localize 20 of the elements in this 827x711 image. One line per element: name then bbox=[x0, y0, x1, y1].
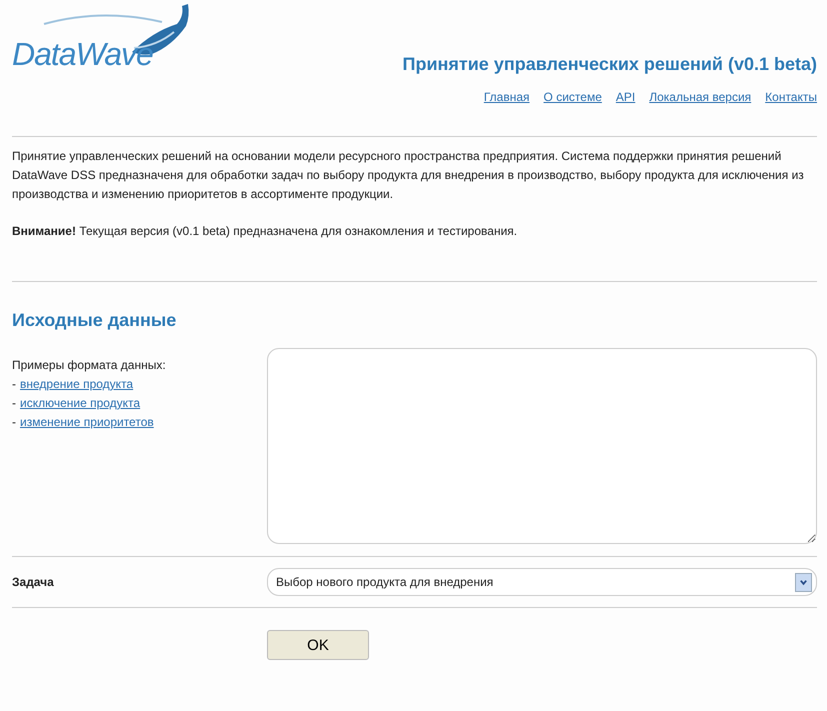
dash-mark: - bbox=[12, 395, 16, 412]
page-title: Принятие управленческих решений (v0.1 beta) bbox=[402, 53, 817, 76]
notice-text: Внимание! Текущая версия (v0.1 beta) предназначена для ознакомления и тестирования. bbox=[12, 223, 518, 240]
example-link[interactable]: внедрение продукта bbox=[20, 375, 134, 394]
nav-link[interactable]: О системе bbox=[544, 90, 602, 104]
section-heading: Исходные данные bbox=[12, 309, 178, 332]
intro-paragraph: Принятие управленческих решений на основании модели ресурсного пространства предприятия. Система поддержки принятия решений DataWave DSS предназначеня для обработки задач по выбору продукта для внедрения в производство, выбору продукта для исключения из производства и изменению приоритетов в ассортименте продукции. bbox=[12, 148, 805, 203]
examples-label: Примеры формата данных: bbox=[12, 357, 167, 374]
nav-link[interactable]: Локальная версия bbox=[649, 90, 752, 104]
nav-link[interactable]: Контакты bbox=[765, 90, 817, 104]
task-select[interactable]: Выбор нового продукта для внедрения bbox=[267, 568, 817, 596]
dash-mark: - bbox=[12, 376, 16, 393]
example-link[interactable]: изменение приоритетов bbox=[20, 413, 154, 432]
task-label: Задача bbox=[12, 575, 54, 589]
data-textarea[interactable] bbox=[267, 348, 817, 544]
dash-mark: - bbox=[12, 414, 16, 431]
nav-link[interactable]: Главная bbox=[484, 90, 530, 104]
ok-button[interactable]: OK bbox=[267, 630, 369, 660]
example-link[interactable]: исключение продукта bbox=[20, 394, 140, 413]
nav-link[interactable]: API bbox=[616, 90, 636, 104]
